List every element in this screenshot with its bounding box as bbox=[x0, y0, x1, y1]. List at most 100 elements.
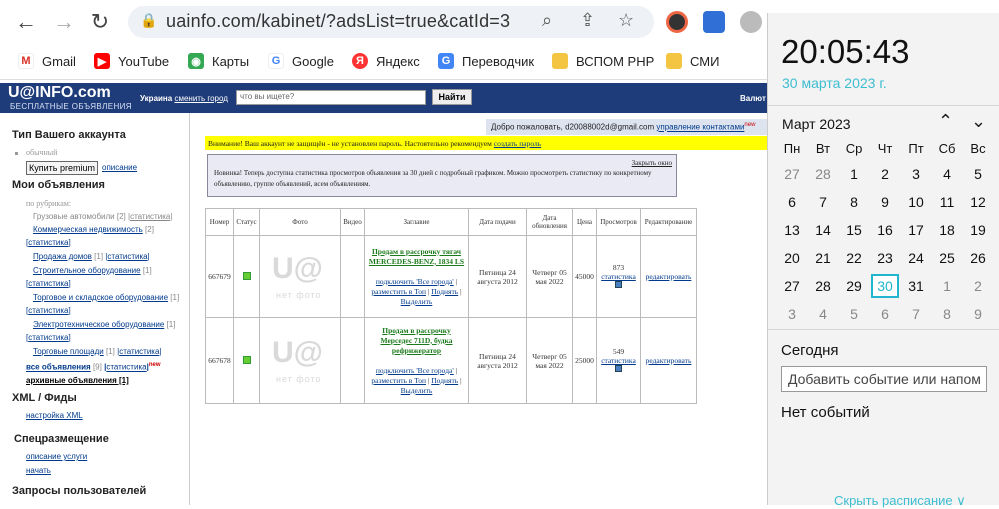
calendar-day[interactable]: 18 bbox=[933, 218, 961, 242]
address-bar[interactable]: 🔒 uainfo.com/kabinet/?adsList=true&catId… bbox=[128, 6, 654, 38]
bookmark-youtube[interactable]: ▶ YouTube bbox=[94, 53, 169, 69]
previous-month-chevron-icon[interactable]: ⌃ bbox=[938, 111, 953, 132]
archive-ads-link[interactable]: архивные объявления [1] bbox=[26, 376, 129, 385]
bookmark-folder-smi[interactable]: СМИ bbox=[666, 53, 719, 69]
share-icon[interactable]: ⇪ bbox=[580, 10, 595, 31]
calendar-day[interactable]: 17 bbox=[902, 218, 930, 242]
change-city-link[interactable]: сменить город bbox=[174, 94, 227, 103]
raise-link[interactable]: Поднять bbox=[431, 287, 458, 296]
calendar-day[interactable]: 23 bbox=[871, 246, 899, 270]
calendar-day[interactable]: 8 bbox=[840, 190, 868, 214]
create-password-link[interactable]: создать пароль bbox=[494, 139, 541, 148]
site-logo[interactable]: U@INFO.com bbox=[8, 84, 111, 102]
calendar-day[interactable]: 20 bbox=[778, 246, 806, 270]
manage-contacts-link[interactable]: управление контактами bbox=[656, 123, 744, 132]
search-input[interactable]: что вы ищете? bbox=[236, 90, 426, 105]
extension-icon[interactable] bbox=[666, 11, 688, 33]
hide-schedule-link[interactable]: Скрыть расписание ∨ bbox=[834, 493, 966, 509]
connect-all-cities-link[interactable]: подключить 'Все города' bbox=[376, 366, 454, 375]
currency-label[interactable]: Валют bbox=[740, 94, 766, 103]
edit-link[interactable]: редактировать bbox=[646, 356, 692, 365]
category-construction-equipment[interactable]: Строительное оборудование [1] bbox=[33, 266, 152, 275]
calendar-day[interactable]: 27 bbox=[778, 274, 806, 298]
highlight-link[interactable]: Выделить bbox=[401, 297, 433, 306]
calendar-day[interactable]: 4 bbox=[809, 302, 837, 326]
category-trucks[interactable]: Грузовые автомобили [2] |статистика| bbox=[33, 212, 172, 221]
calendar-month[interactable]: Март 2023 bbox=[782, 116, 851, 132]
category-construction-stat[interactable]: [статистика] bbox=[26, 279, 71, 288]
category-electrical-equipment[interactable]: Электротехническое оборудование [1] bbox=[33, 320, 175, 329]
buy-premium-button[interactable]: Купить premium bbox=[26, 161, 98, 175]
calendar-day[interactable]: 12 bbox=[964, 190, 992, 214]
bookmark-star-icon[interactable]: ☆ bbox=[618, 10, 634, 31]
highlight-link[interactable]: Выделить bbox=[401, 386, 433, 395]
ad-title-link[interactable]: Продам в рассрочку Мерседес 711D, будка … bbox=[380, 326, 452, 355]
calendar-day[interactable]: 5 bbox=[840, 302, 868, 326]
forward-arrow-icon[interactable]: → bbox=[50, 8, 78, 36]
ad-title-link[interactable]: Продам в рассрочку тягач MERCEDES-BENZ, … bbox=[369, 247, 464, 266]
calendar-day[interactable]: 2 bbox=[871, 162, 899, 186]
service-description-link[interactable]: описание услуги bbox=[26, 452, 87, 461]
place-top-link[interactable]: разместить в Топ bbox=[371, 376, 426, 385]
calendar-day[interactable]: 1 bbox=[933, 274, 961, 298]
chart-icon[interactable] bbox=[615, 365, 622, 372]
calendar-day[interactable]: 26 bbox=[964, 246, 992, 270]
place-top-link[interactable]: разместить в Топ bbox=[371, 287, 426, 296]
statistics-link[interactable]: статистика bbox=[601, 356, 636, 365]
clock-date[interactable]: 30 марта 2023 г. bbox=[782, 75, 887, 91]
calendar-day[interactable]: 2 bbox=[964, 274, 992, 298]
calendar-day[interactable]: 9 bbox=[964, 302, 992, 326]
zoom-icon[interactable]: ⌕ bbox=[542, 10, 552, 31]
edit-link[interactable]: редактировать bbox=[646, 272, 692, 281]
category-trade-equipment[interactable]: Торговое и складское оборудование [1] bbox=[33, 293, 179, 302]
calendar-day[interactable]: 8 bbox=[933, 302, 961, 326]
calendar-day[interactable]: 1 bbox=[840, 162, 868, 186]
all-ads-link[interactable]: все объявления [9] |статистика|new bbox=[26, 362, 161, 372]
calendar-day[interactable]: 25 bbox=[933, 246, 961, 270]
back-arrow-icon[interactable]: ← bbox=[12, 8, 40, 36]
calendar-day[interactable]: 5 bbox=[964, 162, 992, 186]
bookmark-yandex[interactable]: Я Яндекс bbox=[352, 53, 420, 69]
calendar-day[interactable]: 31 bbox=[902, 274, 930, 298]
connect-all-cities-link[interactable]: подключить 'Все города' bbox=[376, 277, 454, 286]
category-commercial-realty-stat[interactable]: [статистика] bbox=[26, 238, 71, 247]
calendar-day[interactable]: 9 bbox=[871, 190, 899, 214]
calendar-day[interactable]: 19 bbox=[964, 218, 992, 242]
calendar-day[interactable]: 22 bbox=[840, 246, 868, 270]
calendar-day[interactable]: 3 bbox=[778, 302, 806, 326]
statistics-link[interactable]: статистика bbox=[601, 272, 636, 281]
calendar-day[interactable]: 14 bbox=[809, 218, 837, 242]
calendar-day[interactable]: 28 bbox=[809, 162, 837, 186]
bookmark-gmail[interactable]: M Gmail bbox=[18, 53, 76, 69]
bookmark-google[interactable]: G Google bbox=[268, 53, 334, 69]
category-houses[interactable]: Продажа домов [1] |статистика| bbox=[33, 252, 150, 261]
chart-icon[interactable] bbox=[615, 281, 622, 288]
add-event-input[interactable]: Добавить событие или напом bbox=[781, 366, 987, 392]
bookmark-folder-vspom[interactable]: ВСПОМ РНР bbox=[552, 53, 654, 69]
vpn-shield-icon[interactable] bbox=[703, 11, 725, 33]
calendar-day[interactable]: 27 bbox=[778, 162, 806, 186]
calendar-day[interactable]: 3 bbox=[902, 162, 930, 186]
close-notice-link[interactable]: Закрыть окно bbox=[632, 158, 672, 169]
calendar-day[interactable]: 7 bbox=[902, 302, 930, 326]
calendar-day[interactable]: 11 bbox=[933, 190, 961, 214]
calendar-day[interactable]: 4 bbox=[933, 162, 961, 186]
xml-settings-link[interactable]: настройка XML bbox=[26, 411, 83, 420]
calendar-day[interactable]: 10 bbox=[902, 190, 930, 214]
reload-icon[interactable]: ↻ bbox=[86, 8, 114, 36]
calendar-day[interactable]: 13 bbox=[778, 218, 806, 242]
raise-link[interactable]: Поднять bbox=[431, 376, 458, 385]
calendar-day[interactable]: 24 bbox=[902, 246, 930, 270]
calendar-day[interactable]: 15 bbox=[840, 218, 868, 242]
next-month-chevron-icon[interactable]: ⌄ bbox=[971, 111, 986, 132]
calendar-day[interactable]: 29 bbox=[840, 274, 868, 298]
category-electrical-stat[interactable]: [статистика] bbox=[26, 333, 71, 342]
calendar-day-today[interactable]: 30 bbox=[871, 274, 899, 298]
calendar-day[interactable]: 6 bbox=[778, 190, 806, 214]
bookmark-translate[interactable]: G Переводчик bbox=[438, 53, 534, 69]
start-link[interactable]: начать bbox=[26, 466, 51, 475]
globe-icon[interactable] bbox=[740, 11, 762, 33]
calendar-day[interactable]: 16 bbox=[871, 218, 899, 242]
bookmark-maps[interactable]: ◉ Карты bbox=[188, 53, 249, 69]
category-commercial-realty[interactable]: Коммерческая недвижимость [2] bbox=[33, 225, 154, 234]
